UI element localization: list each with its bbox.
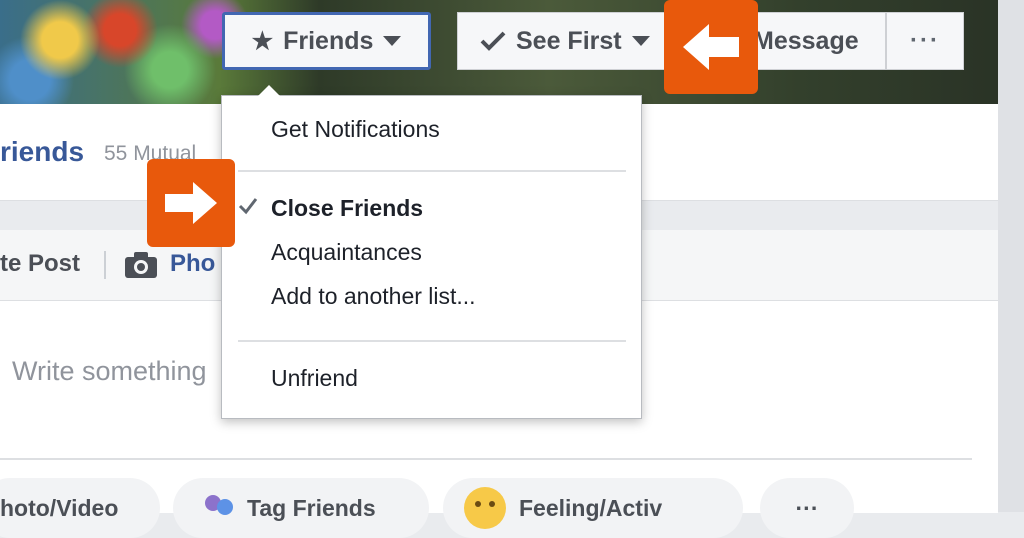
checkmark-icon (480, 31, 506, 51)
tab-photo-video[interactable]: Pho (170, 250, 215, 278)
feeling-activity-label: Feeling/Activ (519, 494, 663, 521)
dropdown-pointer (258, 85, 280, 96)
more-pill-label: ··· (795, 494, 819, 521)
photo-video-label: hoto/Video (0, 494, 119, 521)
see-first-button[interactable]: See First (457, 12, 667, 70)
annotation-arrow-right (147, 159, 235, 247)
composer-divider (0, 458, 972, 460)
tag-friends-pill[interactable]: Tag Friends (173, 478, 429, 538)
menu-divider (238, 170, 626, 172)
friends-button[interactable]: ★ Friends (222, 12, 431, 70)
tag-friends-label: Tag Friends (247, 494, 376, 521)
menu-item-unfriend[interactable]: Unfriend (271, 365, 358, 392)
profile-name[interactable]: riends (0, 136, 84, 168)
tab-create-post[interactable]: te Post (0, 250, 80, 278)
right-rail (998, 0, 1024, 512)
star-icon: ★ (251, 27, 274, 55)
menu-item-add-to-list[interactable]: Add to another list... (271, 283, 476, 310)
message-button-label: Message (753, 26, 859, 55)
message-button[interactable]: Message (740, 12, 886, 70)
arrow-right-icon (165, 182, 217, 224)
more-options-button[interactable]: ··· (886, 12, 964, 70)
checkmark-icon (238, 198, 258, 215)
see-first-button-label: See First (516, 26, 622, 55)
composer-input[interactable]: Write something (12, 356, 207, 387)
caret-down-icon (383, 36, 402, 46)
menu-item-get-notifications[interactable]: Get Notifications (271, 116, 440, 143)
menu-item-close-friends[interactable]: Close Friends (271, 195, 423, 222)
smiley-icon (464, 487, 506, 529)
more-pill[interactable]: ··· (760, 478, 854, 538)
menu-item-acquaintances[interactable]: Acquaintances (271, 239, 422, 266)
friends-button-label: Friends (283, 26, 374, 55)
caret-down-icon (631, 36, 650, 46)
arrow-left-icon (683, 24, 739, 70)
tag-icon (205, 495, 233, 515)
annotation-arrow-left (664, 0, 758, 94)
more-button-label: ··· (910, 27, 940, 54)
camera-icon (125, 252, 157, 278)
feeling-activity-pill[interactable]: Feeling/Activ (443, 478, 743, 538)
tab-divider (104, 251, 106, 279)
photo-video-pill[interactable]: hoto/Video (0, 478, 160, 538)
friends-dropdown-menu: Get Notifications Close Friends Acquaint… (221, 85, 642, 419)
menu-divider (238, 340, 626, 342)
